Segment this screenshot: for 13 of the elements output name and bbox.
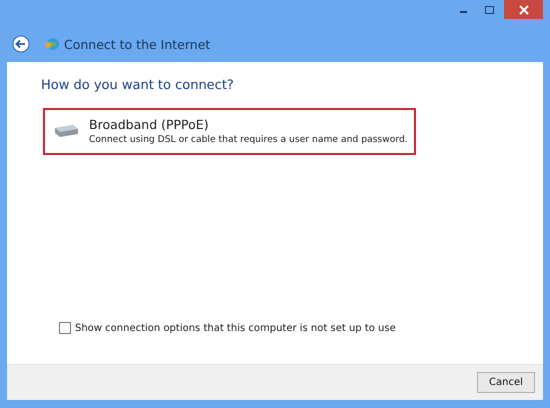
back-button[interactable] bbox=[12, 35, 30, 53]
close-button[interactable] bbox=[504, 0, 543, 19]
checkbox[interactable] bbox=[59, 322, 71, 334]
modem-icon bbox=[53, 124, 79, 138]
option-description: Connect using DSL or cable that requires a user name and password. bbox=[89, 134, 408, 145]
option-title: Broadband (PPPoE) bbox=[89, 117, 210, 132]
checkbox-label: Show connection options that this computer is not set up to use bbox=[75, 322, 396, 334]
connection-option[interactable]: Broadband (PPPoE) Connect using DSL or cable that requires a user name and password. bbox=[43, 108, 416, 155]
window-title: Connect to the Internet bbox=[64, 36, 210, 52]
cancel-button[interactable]: Cancel bbox=[477, 372, 535, 393]
globe-icon bbox=[44, 36, 60, 52]
page-heading: How do you want to connect? bbox=[41, 78, 235, 93]
close-icon bbox=[518, 4, 528, 14]
